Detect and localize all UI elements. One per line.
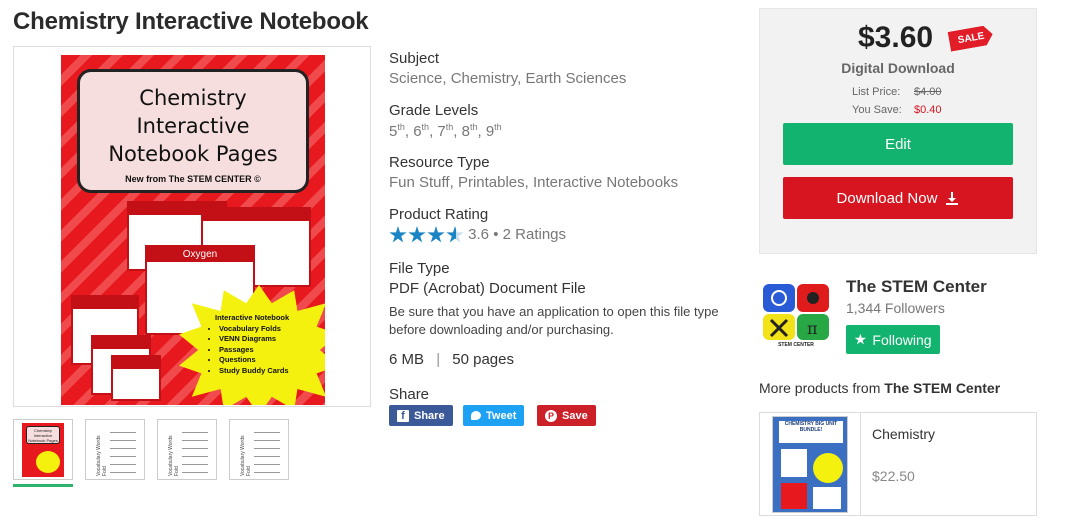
half-star-icon [446,226,464,243]
related-product-image[interactable]: CHEMISTRY BIG UNIT BUNDLE! [772,416,848,513]
star-icon [389,226,407,243]
resource-section: Resource Type Fun Stuff, Printables, Int… [389,154,679,191]
cover-subtitle: New from The STEM CENTER © [125,174,261,184]
thumbnail-1-title: Chemistry Interactive Notebook Pages [26,426,60,444]
rating-stars [389,226,464,244]
grade-label: Grade Levels [389,102,479,119]
rating-label: Product Rating [389,206,489,223]
resource-label: Resource Type [389,154,490,171]
cover-title-line3: Notebook Pages [108,142,278,166]
download-icon [946,192,959,205]
subject-link[interactable]: Science [389,70,442,87]
resource-link[interactable]: Interactive Notebooks [533,174,678,191]
thumbnail-2[interactable]: Vocabulary Words Fold [85,419,145,480]
you-save-amount: $0.40 [914,104,942,116]
grade-link[interactable]: 9th [486,122,502,140]
subject-link[interactable]: Chemistry [451,70,517,87]
price: $3.60 [858,21,934,54]
buy-box: $3.60 SALE Digital Download List Price: … [759,8,1037,254]
file-size: 6 MB [389,351,425,368]
star-icon [408,226,426,243]
cover-burst-item: Vocabulary Folds [219,324,319,335]
store-followers: 1,344 Followers [846,300,945,316]
related-product-card[interactable]: CHEMISTRY BIG UNIT BUNDLE! Chemistry $22… [759,412,1037,516]
cover-burst-item: VENN Diagrams [219,334,319,345]
store-logo-caption: STEM CENTER [778,342,814,348]
cover-burst-list: Interactive Notebook Vocabulary FoldsVENN… [209,313,319,376]
cover-burst-item: Passages [219,345,319,356]
following-button[interactable]: Following [846,325,940,354]
star-icon [427,226,445,243]
filetype-section: File Type PDF (Acrobat) Document File Be… [389,260,749,368]
related-product-price: $22.50 [872,468,915,484]
list-price: $4.00 [914,86,942,98]
filetype-label: File Type [389,260,450,277]
cover-burst-item: Questions [219,355,319,366]
grade-link[interactable]: 6th [413,122,429,140]
thumbnail-3-caption: Vocabulary Words Fold [168,435,180,476]
star-icon [854,333,867,345]
cover-burst-item: Study Buddy Cards [219,366,319,377]
twitter-share-button[interactable]: Tweet [463,405,525,426]
rating-value: 3.6 [468,226,490,243]
rating-count-link[interactable]: 2 Ratings [503,226,566,243]
filetype-note: Be sure that you have an application to … [389,304,719,337]
cover-page-5 [111,355,161,401]
subject-link[interactable]: Earth Sciences [525,70,626,87]
facebook-icon: f [397,409,409,422]
facebook-share-button[interactable]: f Share [389,405,453,426]
store-name-link[interactable]: The STEM Center [846,277,987,297]
share-label: Share [389,386,430,403]
share-section: Share f Share Tweet P Save [389,386,749,427]
twitter-icon [471,411,481,420]
cover-burst-item: Interactive Notebook [215,313,290,322]
related-product-title[interactable]: Chemistry [872,426,935,442]
thumbnail-4-caption: Vocabulary Words Fold [240,435,252,476]
list-price-label: List Price: [852,86,901,98]
cover-title-line2: Interactive [136,114,250,138]
related-product-image-text: CHEMISTRY BIG UNIT BUNDLE! [779,421,843,443]
edit-button[interactable]: Edit [783,123,1013,165]
thumbnail-2-caption: Vocabulary Words Fold [96,435,108,476]
cover-title-line1: Chemistry [139,86,247,110]
thumbnail-4[interactable]: Vocabulary Words Fold [229,419,289,480]
more-products-store-link[interactable]: The STEM Center [884,380,1000,396]
cover-title-box: Chemistry Interactive Notebook Pages New… [77,69,309,193]
rating-section: Product Rating 3.6 • 2 Ratings [389,206,567,244]
grade-link[interactable]: 8th [462,122,478,140]
thumbnail-1[interactable]: Chemistry Interactive Notebook Pages [13,419,73,487]
subject-section: Subject Science, Chemistry, Earth Scienc… [389,50,627,87]
download-now-button[interactable]: Download Now [783,177,1013,219]
cover-image: Chemistry Interactive Notebook Pages New… [61,55,325,405]
sale-tag: SALE [948,24,995,51]
pinterest-icon: P [545,409,557,422]
thumbnail-3[interactable]: Vocabulary Words Fold [157,419,217,480]
resource-link[interactable]: Fun Stuff [389,174,450,191]
stem-logo-icon: π [763,284,829,340]
resource-link[interactable]: Printables [458,174,525,191]
main-preview-image[interactable]: Chemistry Interactive Notebook Pages New… [13,46,371,407]
store-logo[interactable]: π STEM CENTER [761,282,831,350]
subject-label: Subject [389,50,440,67]
grade-link[interactable]: 7th [437,122,453,140]
svg-text:π: π [807,319,818,338]
product-title: Chemistry Interactive Notebook [13,8,369,35]
you-save-label: You Save: [852,104,902,116]
filetype-value: PDF (Acrobat) Document File [389,280,586,297]
grade-section: Grade Levels 5th, 6th, 7th, 8th, 9th [389,102,502,140]
grade-link[interactable]: 5th [389,122,405,140]
format-label: Digital Download [841,60,955,76]
page-count: 50 pages [452,351,514,368]
thumbnail-strip: Chemistry Interactive Notebook Pages Voc… [13,419,289,487]
more-products-heading: More products from The STEM Center [759,380,1001,396]
pinterest-save-button[interactable]: P Save [537,405,596,426]
cover-oxygen-label: Oxygen [147,247,253,262]
